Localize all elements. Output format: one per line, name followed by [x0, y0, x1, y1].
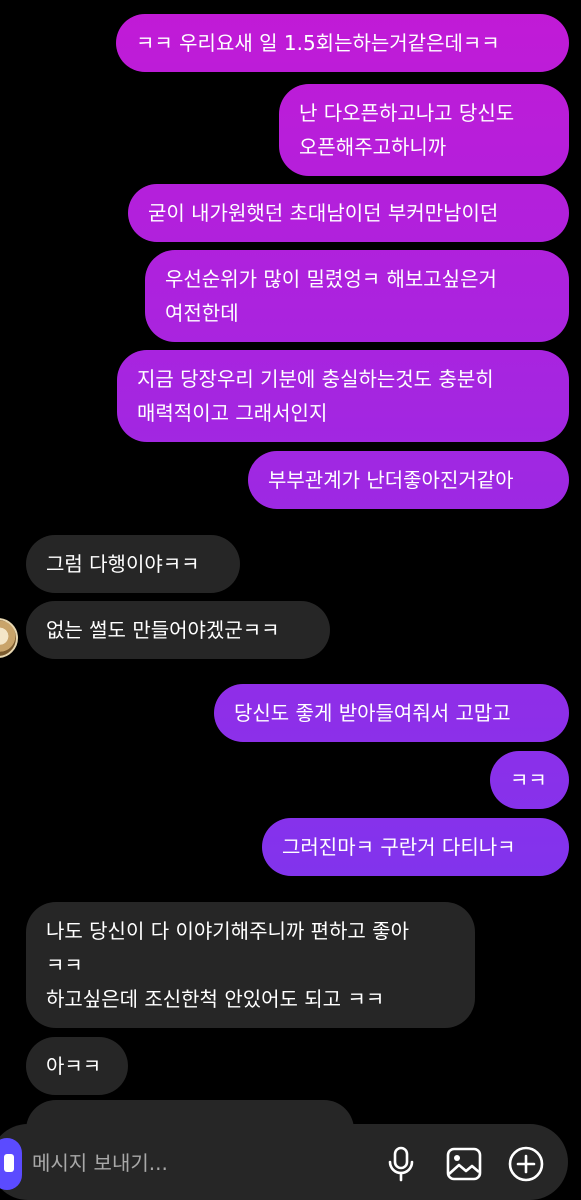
message-line: 여전한데	[165, 301, 239, 325]
message-line: 당신도 좋게 받아들여줘서 고맙고	[234, 701, 511, 725]
received-message[interactable]: 나도 당신이 다 이야기해주니까 편하고 좋아 ㅋㅋ 하고싶은데 조신한척 안있…	[26, 902, 475, 1028]
message-line: 오픈해주고하니까	[299, 135, 447, 159]
avatar[interactable]	[0, 618, 18, 658]
message-line: 지금 당장우리 기분에 충실하는것도 충분히	[137, 367, 494, 391]
sent-message[interactable]: 그러진마ㅋ 구란거 다티나ㅋ	[262, 818, 569, 876]
received-message[interactable]: 아ㅋㅋ	[26, 1037, 128, 1095]
message-line: 우선순위가 많이 밀렸엉ㅋ 해보고싶은거	[165, 267, 497, 291]
sent-message[interactable]: 부부관계가 난더좋아진거같아	[248, 451, 569, 509]
received-message[interactable]: 없는 썰도 만들어야겠군ㅋㅋ	[26, 601, 330, 659]
camera-icon[interactable]	[0, 1138, 22, 1190]
image-icon[interactable]	[444, 1144, 484, 1184]
message-line: 아ㅋㅋ	[46, 1054, 102, 1078]
message-line: 그러진마ㅋ 구란거 다티나ㅋ	[282, 835, 516, 859]
message-line: 나도 당신이 다 이야기해주니까 편하고 좋아	[46, 919, 409, 943]
sent-message[interactable]: 난 다오픈하고나고 당신도 오픈해주고하니까	[279, 84, 569, 176]
received-message[interactable]: 그럼 다행이야ㅋㅋ	[26, 535, 240, 593]
message-line: 하고싶은데 조신한척 안있어도 되고 ㅋㅋ	[46, 987, 385, 1011]
add-icon[interactable]	[506, 1144, 546, 1184]
message-line: 굳이 내가원햇던 초대남이던 부커만남이던	[148, 201, 499, 225]
sent-message[interactable]: 굳이 내가원햇던 초대남이던 부커만남이던	[128, 184, 569, 242]
message-line: ㅋㅋ	[46, 953, 83, 977]
message-line: ㅋㅋ	[510, 768, 547, 792]
microphone-icon[interactable]	[381, 1144, 421, 1184]
message-line: 없는 썰도 만들어야겠군ㅋㅋ	[46, 618, 280, 642]
message-line: ㅋㅋ 우리요새 일 1.5회는하는거같은데ㅋㅋ	[136, 31, 500, 55]
message-input[interactable]: 메시지 보내기...	[32, 1148, 168, 1178]
message-line: 매력적이고 그래서인지	[137, 401, 328, 425]
message-line: 부부관계가 난더좋아진거같아	[268, 468, 514, 492]
sent-message[interactable]: ㅋㅋ	[490, 751, 569, 809]
message-line: 그럼 다행이야ㅋㅋ	[46, 552, 200, 576]
sent-message[interactable]: ㅋㅋ 우리요새 일 1.5회는하는거같은데ㅋㅋ	[116, 14, 569, 72]
message-line: 난 다오픈하고나고 당신도	[299, 101, 515, 125]
sent-message[interactable]: 우선순위가 많이 밀렸엉ㅋ 해보고싶은거 여전한데	[145, 250, 569, 342]
sent-message[interactable]: 지금 당장우리 기분에 충실하는것도 충분히 매력적이고 그래서인지	[117, 350, 569, 442]
sent-message[interactable]: 당신도 좋게 받아들여줘서 고맙고	[214, 684, 569, 742]
